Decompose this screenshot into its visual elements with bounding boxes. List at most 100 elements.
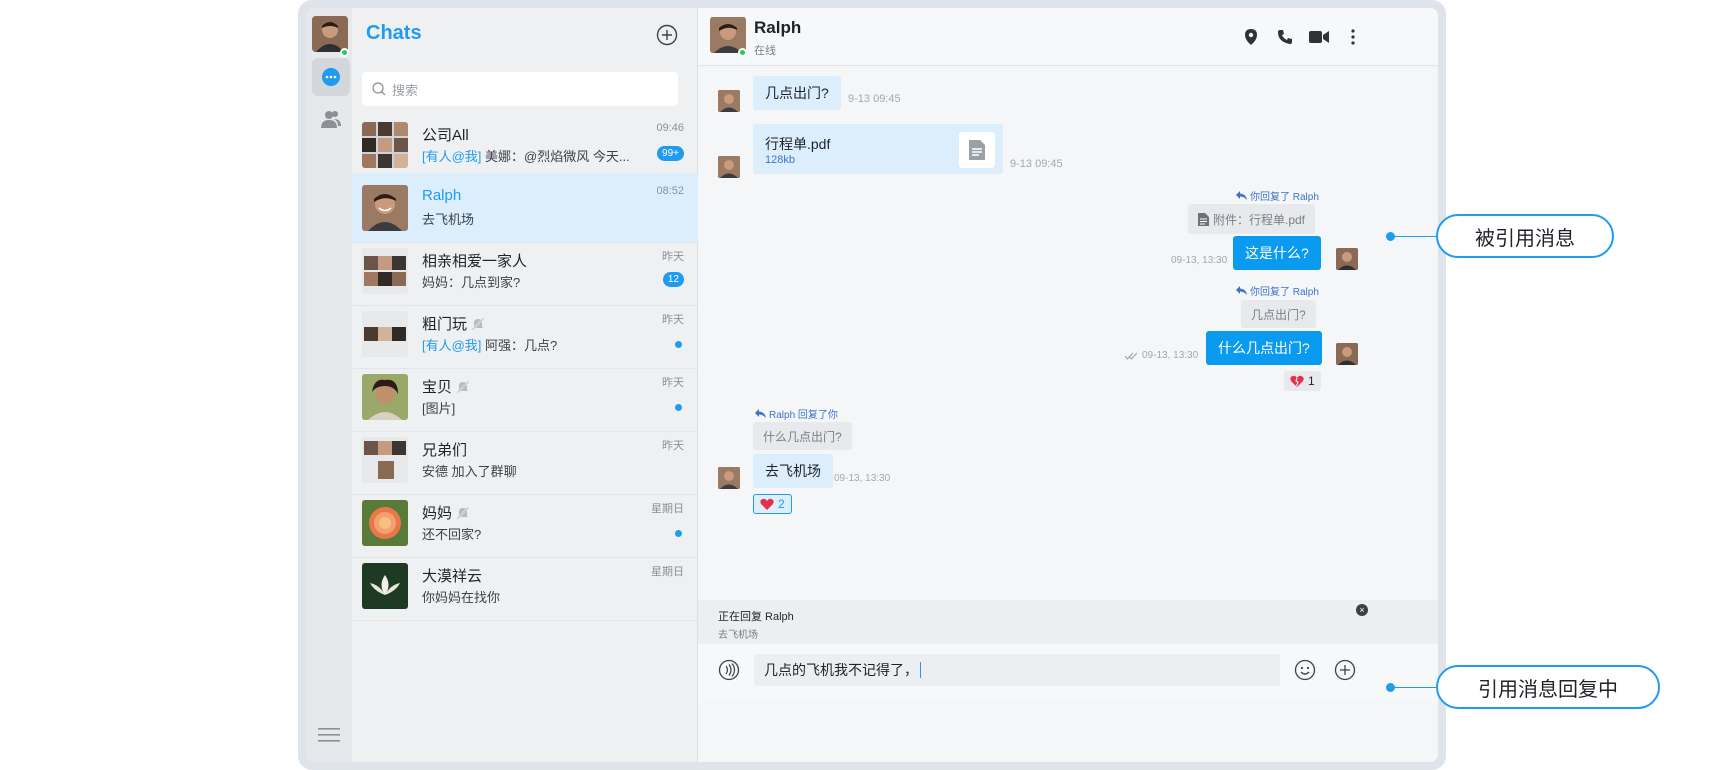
voice-input-icon[interactable]	[718, 659, 740, 681]
chat-item-ralph[interactable]: Ralph 去飞机场 08:52	[352, 173, 698, 243]
chat-time: 09:46	[656, 122, 684, 134]
conversation-header: Ralph 在线	[698, 8, 1438, 66]
chat-list-panel: Chats 搜索 公司All [有人@我] 美娜：@烈焰微风 今天... 09:…	[352, 8, 698, 762]
chat-time: 昨天	[662, 251, 684, 263]
message-bubble-outgoing[interactable]: 这是什么?	[1233, 236, 1321, 270]
chat-preview: 安德 加入了群聊	[422, 464, 517, 479]
replying-quote: 去飞机场	[718, 630, 758, 641]
message-time: 9-13 09:45	[1010, 158, 1063, 170]
replying-bar: 正在回复 Ralph 去飞机场 ×	[698, 600, 1438, 644]
chat-item-company-all[interactable]: 公司All [有人@我] 美娜：@烈焰微风 今天... 09:46 99+	[352, 110, 698, 180]
mention-tag: [有人@我]	[422, 149, 482, 164]
add-chat-icon[interactable]	[656, 24, 678, 46]
callout-quoted-message: 被引用消息	[1436, 214, 1614, 258]
cancel-reply-close-icon[interactable]: ×	[1356, 604, 1368, 616]
contacts-icon	[321, 111, 341, 128]
call-button[interactable]	[1274, 26, 1296, 48]
sender-avatar	[718, 90, 740, 112]
phone-icon	[1278, 30, 1292, 44]
chat-name: 妈妈	[422, 502, 470, 523]
reply-tag-text: Ralph 回复了你	[769, 410, 838, 421]
chat-item-brothers[interactable]: 兄弟们 安德 加入了群聊 昨天	[352, 425, 698, 495]
my-avatar[interactable]	[312, 16, 348, 52]
quoted-message[interactable]: 附件：行程单.pdf	[1188, 204, 1316, 234]
chat-name: 兄弟们	[422, 442, 468, 459]
chat-item-baby[interactable]: 宝贝 [图片] 昨天	[352, 362, 698, 432]
nav-rail	[306, 8, 352, 762]
reaction-chip[interactable]: 1	[1284, 371, 1321, 391]
chat-preview: [图片]	[422, 401, 456, 416]
chat-name: 公司All	[422, 127, 469, 144]
chat-name-text: 宝贝	[422, 379, 453, 396]
reply-tag-text: 你回复了 Ralph	[1250, 192, 1319, 203]
message-time: 09-13, 13:30	[834, 473, 891, 484]
contact-name: Ralph	[754, 18, 802, 37]
search-input[interactable]: 搜索	[362, 72, 678, 106]
search-icon	[372, 82, 386, 96]
unread-dot	[675, 341, 682, 348]
chat-item-desert-cloud[interactable]: 大漠祥云 你妈妈在找你 星期日	[352, 551, 698, 621]
emoji-icon[interactable]	[1294, 659, 1316, 681]
chat-time: 08:52	[656, 185, 684, 197]
message-input[interactable]: 几点的飞机我不记得了，	[754, 654, 1280, 686]
menu-icon[interactable]	[318, 726, 340, 744]
chats-nav-button[interactable]	[312, 58, 350, 96]
unread-dot	[675, 404, 682, 411]
unread-dot	[675, 530, 682, 537]
reply-tag-text: 你回复了 Ralph	[1250, 287, 1319, 298]
chat-item-play[interactable]: 粗门玩 [有人@我] 阿强：几点? 昨天	[352, 299, 698, 369]
conversation-panel: Ralph 在线 几点出门? 9-13 09:45 行程单.pdf 128kb …	[698, 8, 1438, 762]
file-message[interactable]: 行程单.pdf 128kb	[753, 124, 1003, 174]
message-bubble[interactable]: 几点出门?	[753, 76, 841, 110]
mention-tag: [有人@我]	[422, 338, 482, 353]
chat-item-family[interactable]: 相亲相爱一家人 妈妈：几点到家? 昨天 12	[352, 236, 698, 306]
reply-arrow-icon	[755, 409, 766, 418]
unread-badge: 99+	[657, 146, 684, 161]
chat-list-title: Chats	[366, 22, 422, 44]
chat-time: 昨天	[662, 377, 684, 389]
quoted-message[interactable]: 几点出门?	[1241, 300, 1316, 328]
more-options-button[interactable]	[1342, 26, 1364, 48]
chat-time: 昨天	[662, 314, 684, 326]
message-bubble[interactable]: 去飞机场	[753, 454, 833, 488]
reply-arrow-icon	[1236, 286, 1247, 295]
contact-avatar	[362, 563, 408, 609]
contacts-nav-button[interactable]	[312, 100, 350, 138]
group-avatar	[362, 311, 408, 357]
contact-avatar	[362, 185, 408, 231]
quoted-text: 附件：行程单.pdf	[1213, 212, 1306, 227]
reaction-chip[interactable]: 2	[753, 494, 792, 514]
location-pin-icon	[1245, 29, 1257, 45]
callout-leader-line	[1390, 687, 1438, 688]
sender-avatar	[718, 156, 740, 178]
chat-preview: 妈妈：几点到家?	[422, 275, 521, 290]
online-status-dot	[738, 48, 747, 57]
my-avatar-small	[1336, 343, 1358, 365]
broken-heart-icon	[1290, 375, 1304, 387]
chat-preview: 去飞机场	[422, 212, 475, 227]
chat-name: 相亲相爱一家人	[422, 253, 528, 270]
message-bubble-outgoing[interactable]: 什么几点出门?	[1206, 331, 1322, 365]
message-input-text: 几点的飞机我不记得了，	[764, 662, 918, 678]
heart-icon	[760, 498, 774, 510]
reply-tag: Ralph 回复了你	[755, 406, 838, 421]
my-avatar-small	[1336, 248, 1358, 270]
group-avatar	[362, 248, 408, 294]
video-call-button[interactable]	[1308, 26, 1330, 48]
preview-text: 美娜：@烈焰微风 今天...	[485, 149, 630, 164]
chat-name-text: 粗门玩	[422, 316, 468, 333]
callout-replying: 引用消息回复中	[1436, 665, 1660, 709]
document-icon	[969, 140, 985, 160]
sender-avatar	[718, 467, 740, 489]
contact-avatar	[362, 374, 408, 420]
chat-time: 昨天	[662, 440, 684, 452]
message-meta: 09-13, 13:30	[1124, 350, 1198, 361]
chat-name: 宝贝	[422, 376, 470, 397]
quoted-message[interactable]: 什么几点出门?	[753, 422, 852, 450]
location-button[interactable]	[1240, 26, 1262, 48]
group-avatar	[362, 122, 408, 168]
attach-plus-icon[interactable]	[1334, 659, 1356, 681]
chat-item-mom[interactable]: 妈妈 还不回家? 星期日	[352, 488, 698, 558]
muted-bell-icon	[456, 505, 470, 520]
chat-preview: 你妈妈在找你	[422, 590, 501, 605]
